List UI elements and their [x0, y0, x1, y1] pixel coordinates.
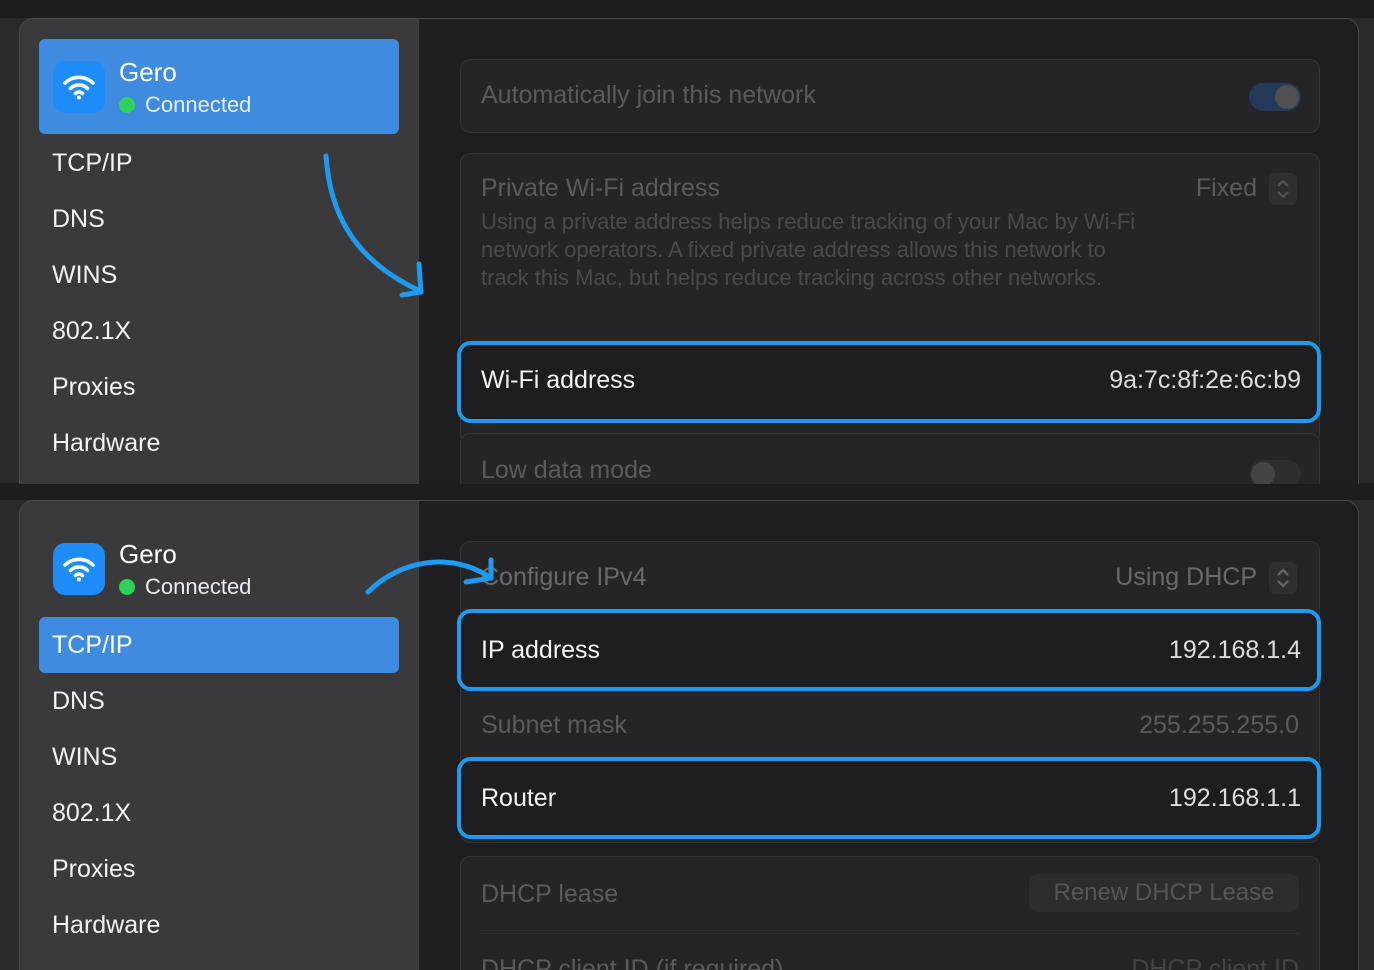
- curved-arrow-icon: [323, 153, 424, 298]
- curved-arrow-icon: [365, 557, 494, 595]
- annotation-arrows: [323, 153, 494, 595]
